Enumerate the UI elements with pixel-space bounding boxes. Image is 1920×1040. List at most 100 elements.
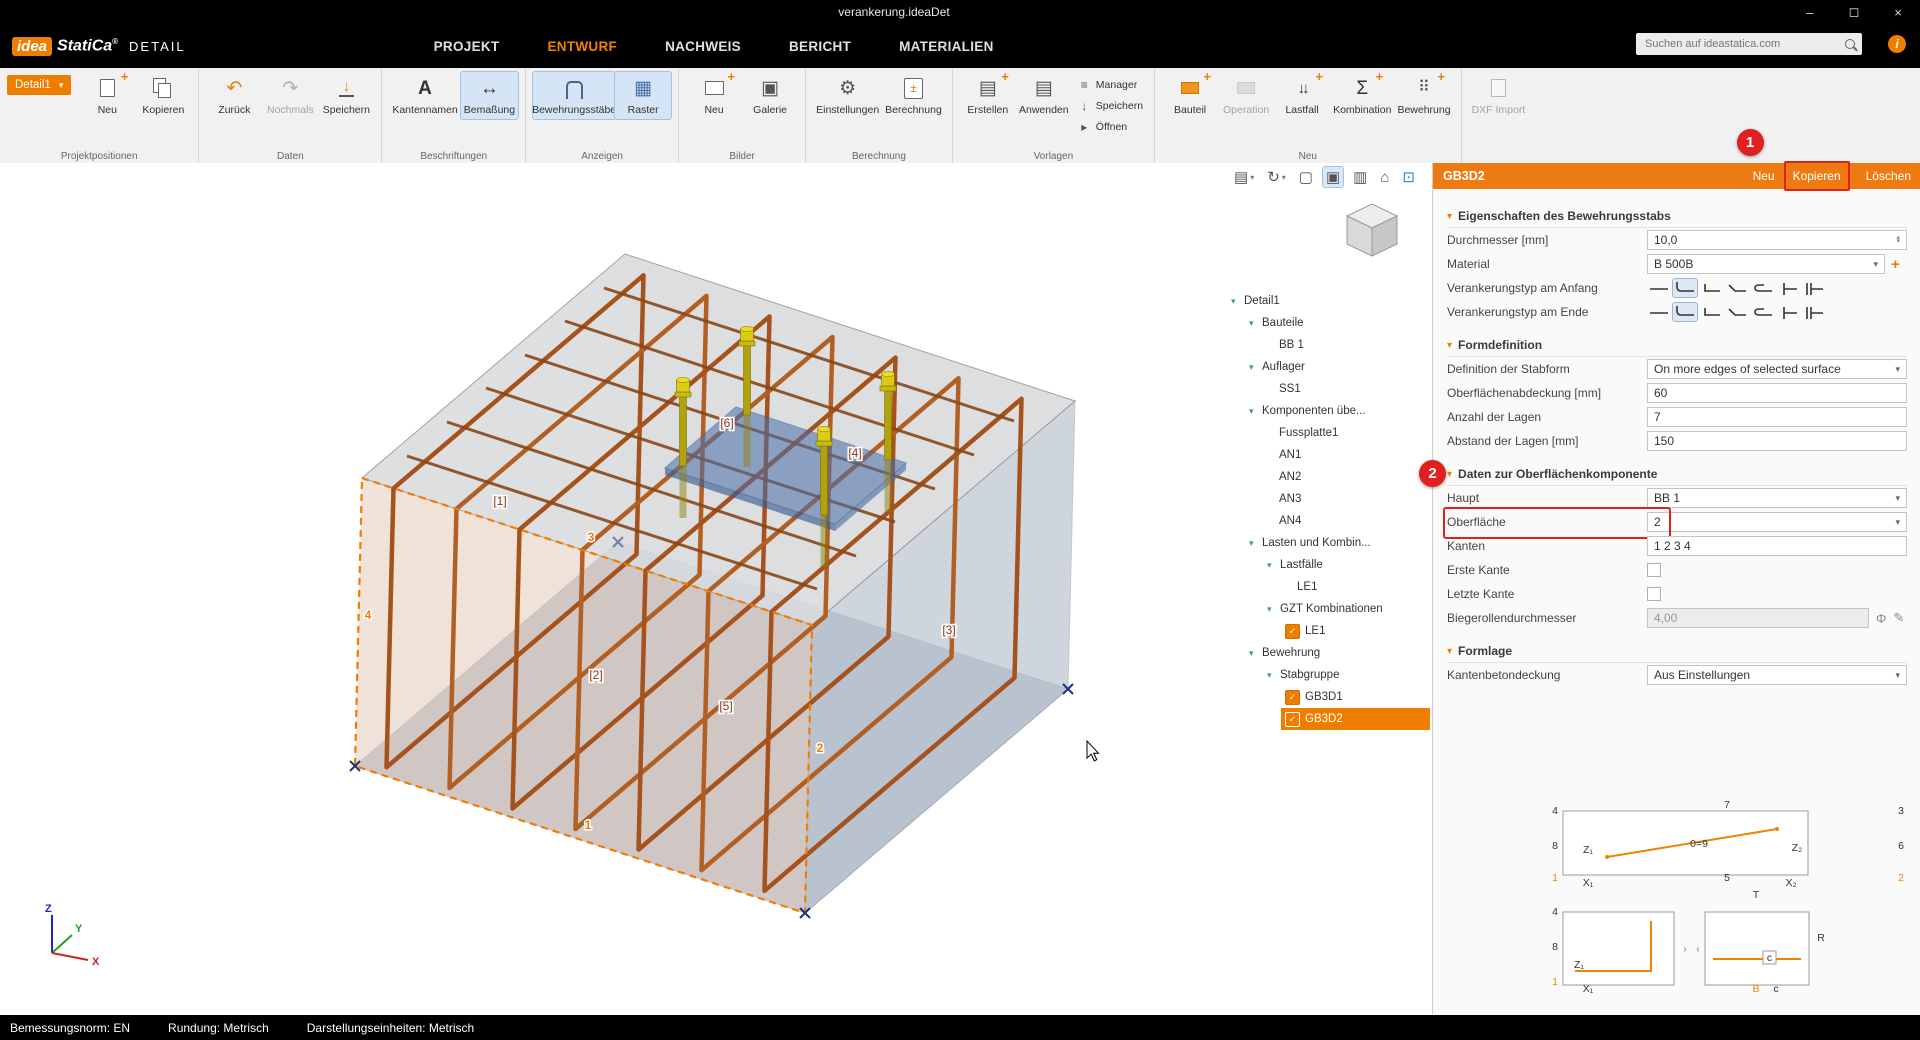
anzahl-lagen-input[interactable]: 7 <box>1647 407 1907 427</box>
calculate-button[interactable]: ± Berechnung <box>882 72 945 119</box>
chevron-down-icon[interactable]: ▾ <box>1267 560 1280 571</box>
tree-item-gb3d1[interactable]: ✓GB3D1 <box>1225 686 1430 708</box>
tab-bericht[interactable]: BERICHT <box>789 39 851 54</box>
anchor-type-straight-icon[interactable] <box>1647 279 1671 297</box>
tree-item-fussplatte1[interactable]: Fussplatte1 <box>1225 422 1430 444</box>
tree-item-an1[interactable]: AN1 <box>1225 444 1430 466</box>
create-template-button[interactable]: ▤+ Erstellen <box>960 72 1016 119</box>
letzte-kante-checkbox[interactable] <box>1647 587 1661 601</box>
chevron-down-icon[interactable]: ▾ <box>1447 340 1452 351</box>
chevron-down-icon[interactable]: ▾ <box>1249 318 1262 329</box>
new-load-case-button[interactable]: ↓↓+ Lastfall <box>1274 72 1330 119</box>
delete-stirrup-group-button[interactable]: Löschen <box>1866 169 1911 183</box>
durchmesser-input[interactable]: 10,0 ▴▾ <box>1647 230 1907 250</box>
abstand-lagen-input[interactable]: 150 <box>1647 431 1907 451</box>
template-open-button[interactable]: ▸ Öffnen <box>1074 117 1147 136</box>
haupt-select[interactable]: BB 1 ▾ <box>1647 488 1907 508</box>
new-project-position-button[interactable]: + Neu <box>79 72 135 119</box>
selected-row[interactable]: ✓GB3D2 <box>1281 708 1430 730</box>
transparent-view-button[interactable]: ▥ <box>1350 167 1370 187</box>
add-material-button[interactable]: + <box>1891 256 1900 273</box>
tree-item-an2[interactable]: AN2 <box>1225 466 1430 488</box>
tree-item-le1[interactable]: LE1 <box>1225 576 1430 598</box>
apply-template-button[interactable]: ▤ Anwenden <box>1016 72 1072 119</box>
save-button[interactable]: ↓ Speichern <box>318 72 374 119</box>
kanten-input[interactable]: 1 2 3 4 <box>1647 536 1907 556</box>
anchor-type-thead-icon[interactable] <box>1777 279 1801 297</box>
checkbox-checked[interactable]: ✓ <box>1285 712 1300 727</box>
viewport-3d-scene[interactable]: 3 4 1 2 [1] [2] [3] [4] [5] [6] <box>0 163 1432 1015</box>
navigation-cube[interactable] <box>1347 204 1397 256</box>
chevron-down-icon[interactable]: ▾ <box>1447 469 1452 480</box>
tree-item-stabgruppe[interactable]: ▾Stabgruppe <box>1225 664 1430 686</box>
anchor-type-bend45-icon[interactable] <box>1725 279 1749 297</box>
tab-entwurf[interactable]: ENTWURF <box>547 39 617 54</box>
anchor-type-loop-icon[interactable] <box>1751 303 1775 321</box>
tab-projekt[interactable]: PROJEKT <box>434 39 500 54</box>
tab-nachweis[interactable]: NACHWEIS <box>665 39 741 54</box>
tree-item-an3[interactable]: AN3 <box>1225 488 1430 510</box>
tab-materialien[interactable]: MATERIALIEN <box>899 39 994 54</box>
rotate-view-button[interactable]: ↻▾ <box>1264 167 1289 187</box>
tree-item-gb3d2[interactable]: ✓GB3D2 <box>1225 708 1430 730</box>
show-rebars-button[interactable]: Bewehrungsstäbe <box>533 72 615 119</box>
anchor-type-bend45-icon[interactable] <box>1725 303 1749 321</box>
tree-item-le1-kombination[interactable]: ✓LE1 <box>1225 620 1430 642</box>
close-button[interactable]: × <box>1876 0 1920 24</box>
edit-pencil-icon[interactable]: ✎ <box>1893 610 1904 626</box>
tree-item-lasten[interactable]: ▾Lasten und Kombin... <box>1225 532 1430 554</box>
abdeckung-input[interactable]: 60 <box>1647 383 1907 403</box>
durchmesser-spinner[interactable]: ▴▾ <box>1896 236 1900 244</box>
search-input[interactable] <box>1643 37 1839 51</box>
maximize-button[interactable]: ◻ <box>1832 0 1876 24</box>
wireframe-view-button[interactable]: ▢ <box>1296 167 1316 187</box>
dimensions-button[interactable]: ↔ Bemaßung <box>461 72 518 119</box>
chevron-down-icon[interactable]: ▾ <box>1249 538 1262 549</box>
template-manager-button[interactable]: ≡ Manager <box>1074 75 1147 94</box>
show-raster-button[interactable]: ▦ Raster <box>615 72 671 119</box>
zoom-fit-button[interactable]: ⊡ <box>1399 167 1418 187</box>
tree-item-detail1[interactable]: ▾Detail1 <box>1225 290 1430 312</box>
section-view-button[interactable]: ▤▾ <box>1231 167 1257 187</box>
viewport[interactable]: ▤▾ ↻▾ ▢ ▣ ▥ ⌂ ⊡ <box>0 163 1432 1015</box>
gallery-button[interactable]: ▣ Galerie <box>742 72 798 119</box>
stabform-select[interactable]: On more edges of selected surface ▾ <box>1647 359 1907 379</box>
new-stirrup-group-button[interactable]: Neu <box>1753 169 1775 183</box>
tree-item-auflager[interactable]: ▾Auflager <box>1225 356 1430 378</box>
tree-item-bauteile[interactable]: ▾Bauteile <box>1225 312 1430 334</box>
chevron-down-icon[interactable]: ▾ <box>1267 604 1280 615</box>
minimize-button[interactable]: – <box>1788 0 1832 24</box>
chevron-down-icon[interactable]: ▾ <box>1249 362 1262 373</box>
tree-item-gzt[interactable]: ▾GZT Kombinationen <box>1225 598 1430 620</box>
checkbox-checked[interactable]: ✓ <box>1285 624 1300 639</box>
project-position-selector[interactable]: Detail1 ▾ <box>7 75 71 95</box>
material-select[interactable]: B 500B ▾ <box>1647 254 1885 274</box>
home-view-button[interactable]: ⌂ <box>1377 168 1392 187</box>
new-image-button[interactable]: + Neu <box>686 72 742 119</box>
chevron-down-icon[interactable]: ▾ <box>1231 296 1244 307</box>
info-icon[interactable]: i <box>1888 35 1906 53</box>
undo-button[interactable]: ↶ Zurück <box>206 72 262 119</box>
copy-stirrup-group-button[interactable]: Kopieren <box>1793 169 1841 183</box>
template-save-button[interactable]: ↓ Speichern <box>1074 96 1147 115</box>
anchor-type-thead-icon[interactable] <box>1777 303 1801 321</box>
copy-project-position-button[interactable]: Kopieren <box>135 72 191 119</box>
kantenbetondeckung-select[interactable]: Aus Einstellungen ▾ <box>1647 665 1907 685</box>
tree-item-bewehrung[interactable]: ▾Bewehrung <box>1225 642 1430 664</box>
chevron-down-icon[interactable]: ▾ <box>1447 211 1452 222</box>
anchor-type-hook-icon[interactable] <box>1673 279 1697 297</box>
anchor-type-bend-icon[interactable] <box>1699 279 1723 297</box>
anchor-type-loop-icon[interactable] <box>1751 279 1775 297</box>
anchor-type-bend-icon[interactable] <box>1699 303 1723 321</box>
settings-button[interactable]: ⚙ Einstellungen <box>813 72 882 119</box>
anchor-type-plate-icon[interactable] <box>1803 303 1827 321</box>
chevron-down-icon[interactable]: ▾ <box>1249 406 1262 417</box>
tree-item-ss1[interactable]: SS1 <box>1225 378 1430 400</box>
new-combination-button[interactable]: Σ+ Kombination <box>1330 72 1394 119</box>
erste-kante-checkbox[interactable] <box>1647 563 1661 577</box>
checkbox-checked[interactable]: ✓ <box>1285 690 1300 705</box>
chevron-down-icon[interactable]: ▾ <box>1447 646 1452 657</box>
new-reinforcement-button[interactable]: ⠿+ Bewehrung <box>1394 72 1453 119</box>
new-member-button[interactable]: + Bauteil <box>1162 72 1218 119</box>
anchor-type-plate-icon[interactable] <box>1803 279 1827 297</box>
